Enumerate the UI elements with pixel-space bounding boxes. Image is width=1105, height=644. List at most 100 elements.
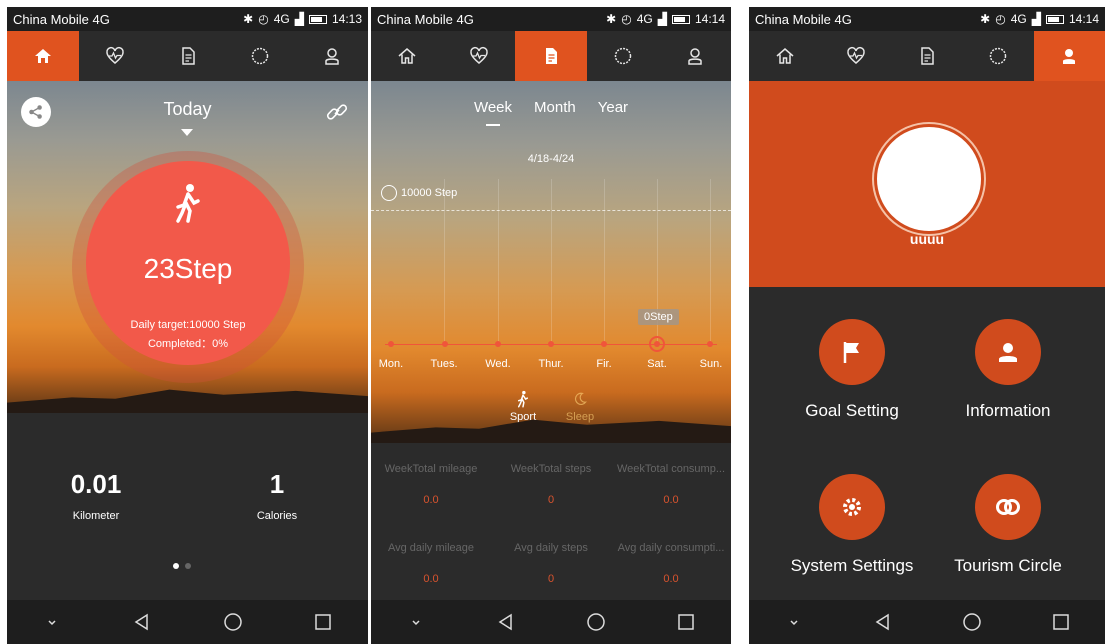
system-settings-button[interactable]: System Settings [772,474,932,576]
data-point[interactable] [601,341,607,347]
period-tab-month[interactable]: Month [534,99,576,116]
network-label: 4G [636,12,653,26]
battery-icon [1045,14,1064,24]
tab-heart-rate[interactable] [443,31,515,81]
goal-setting-circle[interactable] [819,319,885,385]
day-label: Fir. [596,358,612,370]
chevron-down-icon[interactable] [406,612,426,632]
signal-icon: ▟ [294,12,304,26]
tourism-circle-button[interactable]: Tourism Circle [928,474,1088,576]
summary-label: Avg daily consumpti... [617,542,725,554]
sleep-label: Sleep [565,411,595,423]
avatar[interactable] [877,127,981,231]
chevron-down-icon[interactable] [42,612,62,632]
data-point[interactable] [548,341,554,347]
battery-icon [671,14,690,24]
caret-down-icon[interactable] [181,129,193,136]
alarm-icon: ◴ [258,12,269,26]
tab-device[interactable] [963,31,1034,81]
recents-icon[interactable] [313,612,333,632]
goal-setting-button[interactable]: Goal Setting [772,319,932,421]
calories-value: 1 [269,469,285,499]
tab-device[interactable] [224,31,296,81]
system-nav-bar [749,600,1105,644]
period-tab-week[interactable]: Week [474,99,512,126]
tab-home[interactable] [371,31,443,81]
home-nav-icon[interactable] [962,612,982,632]
summary-value: 0.0 [423,573,439,585]
phone-screen-report: China Mobile 4G ✱ ◴ 4G ▟ 14:14 Week Mont… [371,7,731,644]
back-icon[interactable] [873,612,893,632]
tab-report[interactable] [891,31,962,81]
day-label: Sat. [647,358,667,370]
home-nav-icon[interactable] [223,612,243,632]
date-selector[interactable]: Today [7,99,368,120]
moon-icon [574,392,587,406]
chevron-down-icon[interactable] [784,612,804,632]
carrier-label: China Mobile 4G [13,11,110,27]
status-bar: China Mobile 4G ✱ ◴ 4G ▟ 14:13 [7,7,368,31]
system-settings-circle[interactable] [819,474,885,540]
date-range: 4/18-4/24 [527,153,575,165]
sunset-background: Week Month Year 4/18-4/24 10000 Step 0St… [371,81,731,443]
connect-button[interactable] [322,97,352,127]
data-point[interactable] [442,341,448,347]
walking-icon [176,184,200,223]
bluetooth-icon: ✱ [606,12,617,26]
trophy-icon [381,185,397,201]
tab-report[interactable] [151,31,223,81]
daily-target: Daily target:10000 Step [130,319,246,331]
data-point[interactable] [388,341,394,347]
tab-home[interactable] [749,31,820,81]
tab-report[interactable] [515,31,587,81]
home-icon [35,49,52,63]
recents-icon[interactable] [676,612,696,632]
hills-silhouette [371,419,731,443]
tab-device[interactable] [587,31,659,81]
goal-value: 10000 Step [401,187,458,199]
user-icon [688,48,702,65]
status-bar: China Mobile 4G ✱ ◴ 4G ▟ 14:14 [371,7,731,31]
system-settings-label: System Settings [790,556,914,575]
rings-icon [996,499,1020,515]
tourism-circle-circle[interactable] [975,474,1041,540]
user-icon [325,48,339,65]
tab-bar [371,31,731,81]
report-icon [546,48,557,64]
carrier-label: China Mobile 4G [377,11,474,27]
summary-avg-mileage: Avg daily mileage 0.0 [371,542,491,585]
sleep-toggle[interactable]: Sleep [564,390,596,423]
heart-rate-icon [847,47,865,64]
tab-heart-rate[interactable] [820,31,891,81]
data-point[interactable] [707,341,713,347]
summary-panel: WeekTotal mileage 0.0 WeekTotal steps 0 We… [371,443,731,600]
information-button[interactable]: Information [928,319,1088,421]
calories-stat: 1 Calories [207,469,347,522]
username: uuuu [909,231,945,247]
flag-icon [843,342,859,363]
day-label: Thur. [538,358,564,370]
back-icon[interactable] [496,612,516,632]
heart-rate-icon [106,47,125,64]
step-circle: 23Step Daily target:10000 Step Completed… [86,161,290,365]
signal-icon: ▟ [657,12,667,26]
information-circle[interactable] [975,319,1041,385]
tab-profile[interactable] [296,31,368,81]
tab-profile[interactable] [659,31,731,81]
grid-line [551,179,552,344]
tab-home[interactable] [7,31,80,81]
recents-icon[interactable] [1051,612,1071,632]
period-tab-year[interactable]: Year [598,99,628,116]
tab-heart-rate[interactable] [79,31,151,81]
home-nav-icon[interactable] [586,612,606,632]
grid-line [498,179,499,344]
summary-value: 0.0 [663,494,679,506]
tab-profile[interactable] [1033,31,1105,81]
back-icon[interactable] [132,612,152,632]
data-point[interactable] [495,341,501,347]
network-label: 4G [1010,12,1027,26]
phone-screen-today: China Mobile 4G ✱ ◴ 4G ▟ 14:13 Today 23S… [7,7,368,644]
stats-panel: 0.01 Kilometer 1 Calories [7,413,368,600]
battery-icon [308,14,327,24]
sport-toggle[interactable]: Sport [507,390,539,423]
